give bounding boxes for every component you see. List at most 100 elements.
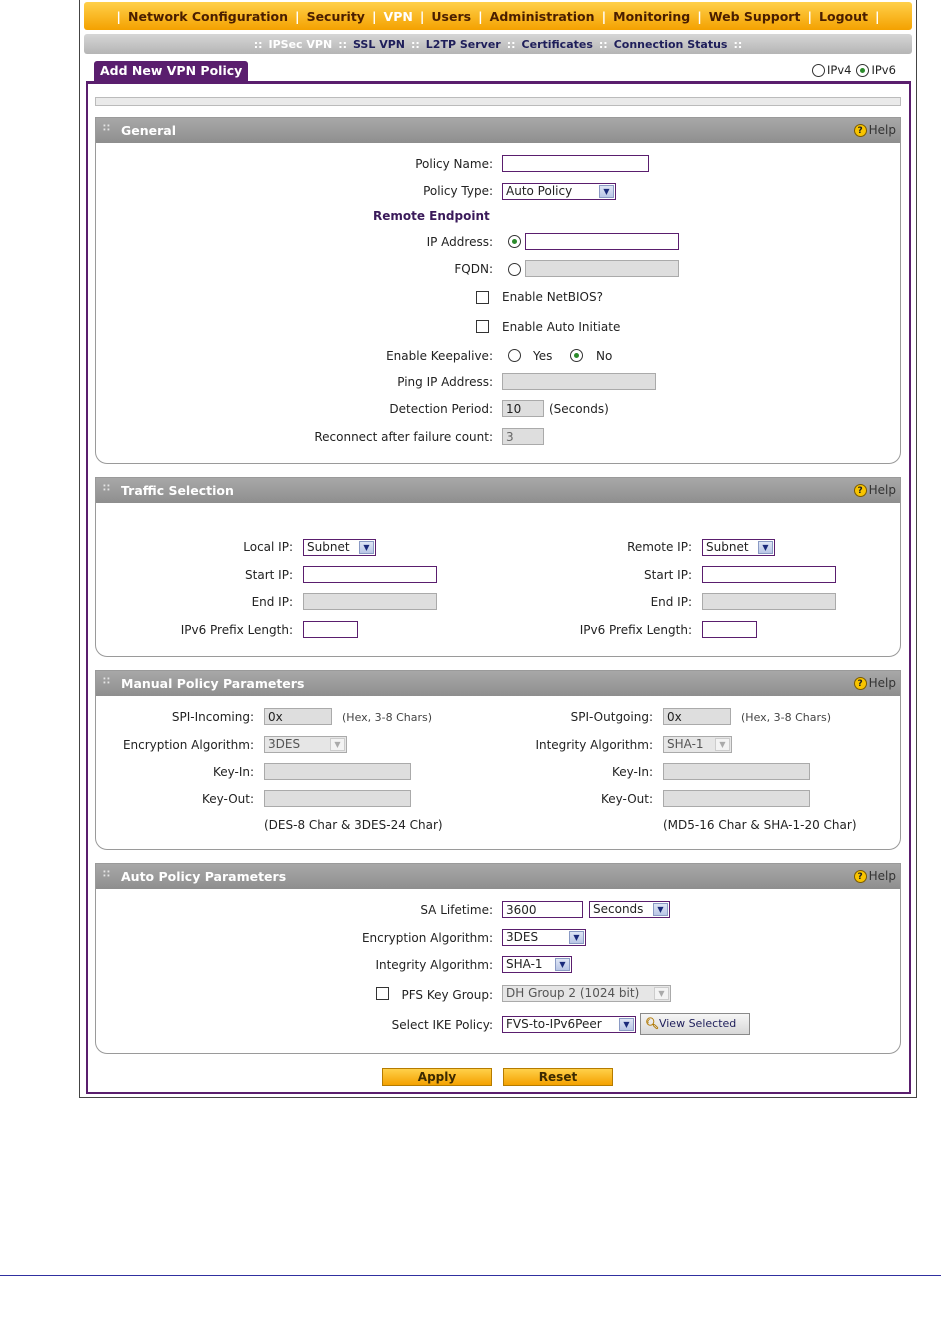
remote-end-ip-input[interactable]: [702, 593, 836, 610]
manual-encryption-label: Encryption Algorithm:: [122, 738, 254, 752]
chevron-down-icon: ▼: [555, 958, 570, 971]
auto-integrity-select[interactable]: SHA-1 ▼: [502, 956, 572, 973]
nav-network-configuration[interactable]: Network Configuration: [128, 9, 288, 24]
chevron-down-icon: ▼: [715, 738, 730, 751]
remote-start-ip-label: Start IP:: [644, 568, 692, 582]
policy-type-select[interactable]: Auto Policy ▼: [502, 183, 616, 200]
nav-security[interactable]: Security: [307, 9, 365, 24]
ip-address-label: IP Address:: [426, 235, 493, 249]
auto-initiate-label: Enable Auto Initiate: [502, 320, 621, 334]
auto-help[interactable]: ? Help: [853, 869, 896, 883]
fqdn-input[interactable]: [525, 260, 679, 277]
subnav-l2tp-server[interactable]: L2TP Server: [426, 38, 501, 51]
nav-users[interactable]: Users: [431, 9, 471, 24]
local-start-ip-input[interactable]: [303, 566, 437, 583]
ping-ip-label: Ping IP Address:: [397, 375, 493, 389]
key-in-2-input[interactable]: [663, 763, 810, 780]
spi-incoming-input[interactable]: 0x: [264, 708, 332, 725]
key-in-input[interactable]: [264, 763, 411, 780]
chevron-down-icon: ▼: [654, 987, 669, 1000]
view-selected-button[interactable]: 🔍︎View Selected: [640, 1013, 750, 1035]
nav-monitoring[interactable]: Monitoring: [613, 9, 690, 24]
ike-policy-select[interactable]: FVS-to-IPv6Peer ▼: [502, 1016, 636, 1033]
chevron-down-icon: ▼: [569, 931, 584, 944]
ip-address-radio[interactable]: [508, 235, 521, 248]
pfs-key-group-checkbox[interactable]: [376, 987, 389, 1000]
tab-add-new-vpn-policy[interactable]: Add New VPN Policy: [94, 61, 249, 81]
local-prefix-input[interactable]: [303, 621, 358, 638]
chevron-down-icon: ▼: [359, 541, 374, 554]
auto-section: ∷ Auto Policy Parameters ? Help: [95, 863, 901, 1054]
chevron-down-icon: ▼: [619, 1018, 634, 1031]
subnav-connection-status[interactable]: Connection Status: [614, 38, 728, 51]
local-end-ip-input[interactable]: [303, 593, 437, 610]
spi-incoming-hint: (Hex, 3-8 Chars): [342, 711, 433, 724]
local-ip-select[interactable]: Subnet ▼: [303, 539, 376, 556]
ping-ip-input[interactable]: [502, 373, 656, 390]
help-icon: ?: [853, 676, 867, 690]
remote-prefix-label: IPv6 Prefix Length:: [579, 623, 692, 637]
detection-period-unit: (Seconds): [549, 402, 609, 416]
manual-encryption-select[interactable]: 3DES ▼: [264, 736, 347, 753]
manual-help[interactable]: ? Help: [853, 676, 896, 690]
traffic-header: ∷ Traffic Selection ? Help: [96, 478, 900, 503]
keepalive-yes-radio[interactable]: [508, 349, 521, 362]
remote-prefix-input[interactable]: [702, 621, 757, 638]
apply-button[interactable]: Apply: [382, 1068, 492, 1086]
pfs-key-group-label: PFS Key Group:: [401, 988, 493, 1002]
ip-version-selector: IPv4 IPv6: [812, 63, 896, 77]
pfs-key-group-select[interactable]: DH Group 2 (1024 bit) ▼: [502, 985, 671, 1002]
auto-initiate-checkbox[interactable]: [476, 320, 489, 333]
nav-administration[interactable]: Administration: [490, 9, 595, 24]
fqdn-radio[interactable]: [508, 263, 521, 276]
policy-type-label: Policy Type:: [423, 184, 493, 198]
sa-lifetime-unit-select[interactable]: Seconds ▼: [589, 901, 670, 918]
keepalive-label: Enable Keepalive:: [386, 349, 493, 363]
status-bar: [95, 97, 901, 106]
reset-button[interactable]: Reset: [503, 1068, 613, 1086]
ip-address-input[interactable]: [525, 233, 679, 250]
nav-web-support[interactable]: Web Support: [709, 9, 801, 24]
key-out-input[interactable]: [264, 790, 411, 807]
remote-ip-label: Remote IP:: [627, 540, 692, 554]
reconnect-label: Reconnect after failure count:: [314, 430, 493, 444]
general-title: General: [121, 123, 176, 138]
magnifier-icon: 🔍︎: [645, 1017, 659, 1030]
manual-integrity-label: Integrity Algorithm:: [535, 738, 653, 752]
traffic-help[interactable]: ? Help: [853, 483, 896, 497]
subnav-ssl-vpn[interactable]: SSL VPN: [353, 38, 405, 51]
auto-integrity-label: Integrity Algorithm:: [375, 958, 493, 972]
help-icon: ?: [853, 869, 867, 883]
subnav-certificates[interactable]: Certificates: [522, 38, 593, 51]
reconnect-input[interactable]: 3: [502, 428, 544, 445]
local-ip-label: Local IP:: [243, 540, 293, 554]
auto-encryption-select[interactable]: 3DES ▼: [502, 929, 586, 946]
general-help[interactable]: ? Help: [853, 123, 896, 137]
grip-icon: ∷: [103, 676, 110, 687]
nav-vpn[interactable]: VPN: [384, 9, 413, 24]
grip-icon: ∷: [103, 483, 110, 494]
subnav-ipsec-vpn[interactable]: IPSec VPN: [269, 38, 333, 51]
policy-name-input[interactable]: [502, 155, 649, 172]
key-out-label: Key-Out:: [201, 792, 254, 806]
auto-header: ∷ Auto Policy Parameters ? Help: [96, 864, 900, 889]
keepalive-no-radio[interactable]: [570, 349, 583, 362]
detection-period-input[interactable]: 10: [502, 400, 544, 417]
spi-outgoing-label: SPI-Outgoing:: [570, 710, 653, 724]
netbios-checkbox[interactable]: [476, 291, 489, 304]
manual-integrity-select[interactable]: SHA-1 ▼: [663, 736, 732, 753]
top-nav: | Network Configuration | Security | VPN…: [84, 2, 912, 30]
policy-name-label: Policy Name:: [415, 157, 493, 171]
sa-lifetime-input[interactable]: 3600: [502, 901, 583, 918]
local-start-ip-label: Start IP:: [245, 568, 293, 582]
footer-divider: [0, 1275, 941, 1276]
remote-end-ip-label: End IP:: [650, 595, 692, 609]
nav-logout[interactable]: Logout: [819, 9, 868, 24]
ipv6-radio[interactable]: [856, 63, 870, 77]
ipv6-label: IPv6: [871, 63, 896, 77]
key-out-2-input[interactable]: [663, 790, 810, 807]
remote-ip-select[interactable]: Subnet ▼: [702, 539, 775, 556]
ipv4-radio[interactable]: [812, 63, 825, 77]
remote-start-ip-input[interactable]: [702, 566, 836, 583]
spi-outgoing-input[interactable]: 0x: [663, 708, 731, 725]
